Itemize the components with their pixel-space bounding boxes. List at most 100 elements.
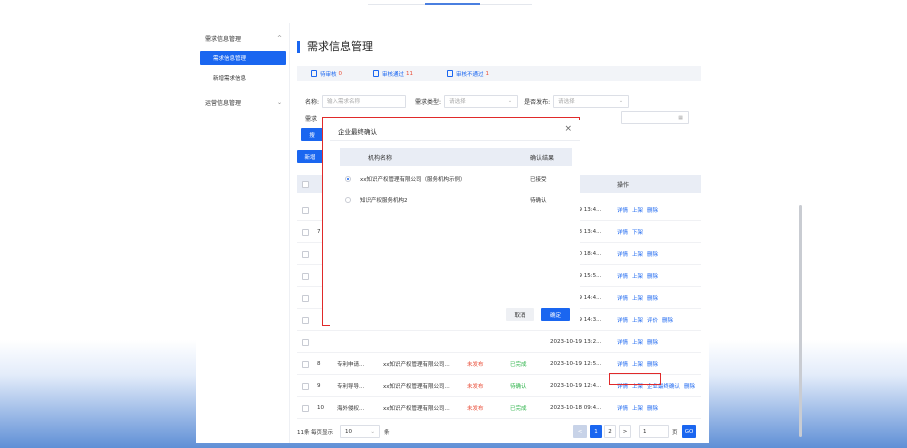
confirm-result: 待确认: [530, 198, 547, 204]
type-filter-select[interactable]: 请选择 ⌄: [444, 94, 519, 108]
row-name: 专利申请...: [337, 362, 365, 368]
page-1-button[interactable]: 1: [590, 425, 602, 438]
checkbox[interactable]: [302, 360, 309, 368]
filter-row: 名称: 输入需求名称 需求类型: 请选择 ⌄ 是否发布: 请选择 ⌄: [305, 94, 630, 108]
top-accent-line: [425, 3, 480, 5]
sidebar-item-add-demand[interactable]: 新增需求信息: [200, 71, 286, 85]
row-action-link[interactable]: 上架: [632, 404, 643, 412]
row-action-link[interactable]: 下架: [632, 228, 643, 236]
row-time: 2023-10-18 09:4...: [550, 405, 602, 411]
org-name: 知识产权服务机构2: [360, 198, 408, 204]
document-icon: [373, 70, 379, 77]
row-action-link[interactable]: 上架: [632, 250, 643, 258]
row-action-link[interactable]: 详情: [617, 228, 628, 236]
row-checkbox-cell: [302, 309, 309, 331]
go-button[interactable]: GO: [682, 425, 696, 438]
page-jump-input[interactable]: 1: [639, 425, 669, 438]
sidebar-item-demand-manage[interactable]: 需求信息管理: [200, 51, 286, 65]
row-action-link[interactable]: 上架: [632, 294, 643, 302]
row-status: 已完成: [510, 362, 527, 368]
filter-row-2: 需求: [305, 111, 320, 125]
row-action-link[interactable]: 删除: [647, 250, 658, 258]
row-action-link[interactable]: 删除: [647, 206, 658, 214]
row-action-link[interactable]: 删除: [647, 338, 658, 346]
publish-filter-select[interactable]: 请选择 ⌄: [553, 94, 630, 108]
close-icon[interactable]: ×: [564, 124, 572, 134]
tab-count: 11: [406, 70, 414, 77]
row-action-link[interactable]: 上架: [632, 338, 643, 346]
chevron-down-icon: ⌄: [618, 98, 624, 104]
row-action-link[interactable]: 详情: [617, 294, 628, 302]
search-button[interactable]: 搜: [301, 128, 323, 141]
tab-approved[interactable]: 审核通过 11: [373, 66, 413, 81]
checkbox[interactable]: [302, 338, 309, 346]
tab-count: 0: [338, 70, 343, 77]
row-org: xx知识产权管理有限公司...: [383, 384, 450, 390]
row-org: xx知识产权管理有限公司...: [383, 362, 450, 368]
add-button[interactable]: 新增: [297, 150, 323, 163]
checkbox[interactable]: [302, 180, 309, 188]
select-all-checkbox[interactable]: [302, 175, 309, 193]
name-filter-input[interactable]: 输入需求名称: [322, 94, 407, 108]
scrollbar[interactable]: [799, 205, 802, 437]
row-action-link[interactable]: 详情: [617, 338, 628, 346]
checkbox[interactable]: [302, 294, 309, 302]
row-org: xx知识产权管理有限公司...: [383, 406, 450, 412]
sidebar-group-demand[interactable]: 需求信息管理 ^: [196, 29, 290, 47]
prev-page-button[interactable]: <: [573, 425, 587, 438]
row-action-link[interactable]: 详情: [617, 272, 628, 280]
row-action-link[interactable]: 删除: [647, 404, 658, 412]
checkbox[interactable]: [302, 228, 309, 236]
per-page-value: 10: [345, 428, 352, 435]
dialog-row[interactable]: 知识产权服务机构2 待确认: [340, 189, 572, 211]
row-action-link[interactable]: 详情: [617, 404, 628, 412]
org-name-header: 机构名称: [368, 154, 393, 162]
row-checkbox-cell: [302, 265, 309, 287]
row-action-link[interactable]: 删除: [662, 316, 673, 324]
document-icon: [311, 70, 317, 77]
row-name: 专利导导...: [337, 384, 365, 390]
dialog-row[interactable]: xx知识产权管理有限公司（服务机构示例） 已接受: [340, 168, 572, 190]
radio-selected[interactable]: [345, 176, 351, 182]
row-action-link[interactable]: 删除: [647, 294, 658, 302]
tab-pending[interactable]: 待审核 0: [311, 66, 342, 81]
chevron-down-icon: ⌄: [370, 428, 375, 435]
table-row: 10 海外侵权... xx知识产权管理有限公司... 未发布 已完成 2023-10-18…: [297, 397, 701, 419]
row-action-link[interactable]: 评价: [647, 316, 658, 324]
page-2-button[interactable]: 2: [604, 425, 616, 438]
row-action-link[interactable]: 详情: [617, 316, 628, 324]
tab-rejected[interactable]: 审核不通过 1: [447, 66, 489, 81]
checkbox[interactable]: [302, 404, 309, 412]
row-time: 2023-10-19 13:2...: [550, 339, 602, 345]
row-action-link[interactable]: 删除: [647, 360, 658, 368]
row-action-link[interactable]: 详情: [617, 206, 628, 214]
confirm-button[interactable]: 确定: [541, 308, 570, 321]
checkbox[interactable]: [302, 250, 309, 258]
checkbox[interactable]: [302, 206, 309, 214]
checkbox[interactable]: [302, 272, 309, 280]
row-action-link[interactable]: 删除: [684, 382, 695, 390]
row-action-link[interactable]: 删除: [647, 272, 658, 280]
row-action-link[interactable]: 上架: [632, 272, 643, 280]
sidebar-group-operation[interactable]: 运营信息管理 ⌄: [196, 93, 290, 111]
result-header: 确认结果: [530, 154, 555, 162]
sidebar-group-label: 需求信息管理: [205, 35, 242, 43]
document-icon: [447, 70, 453, 77]
per-page-select[interactable]: 10 ⌄: [340, 425, 380, 438]
row-action-link[interactable]: 上架: [632, 316, 643, 324]
select-placeholder: 请选择: [558, 99, 575, 105]
row-action-link[interactable]: 上架: [632, 206, 643, 214]
cancel-button[interactable]: 取消: [506, 308, 534, 321]
row-action-link[interactable]: 详情: [617, 360, 628, 368]
row-action-link[interactable]: 上架: [632, 360, 643, 368]
type-filter-label: 需求类型:: [415, 98, 442, 106]
row-action-link[interactable]: 详情: [617, 250, 628, 258]
checkbox[interactable]: [302, 316, 309, 324]
page-title: 需求信息管理: [297, 41, 373, 53]
next-page-button[interactable]: >: [619, 425, 631, 438]
date-filter-input[interactable]: ▦: [621, 111, 689, 124]
row-number: 9: [317, 383, 321, 389]
radio-unselected[interactable]: [345, 197, 351, 203]
sidebar: 需求信息管理 ^ 需求信息管理 新增需求信息 运营信息管理 ⌄: [196, 23, 290, 443]
checkbox[interactable]: [302, 382, 309, 390]
